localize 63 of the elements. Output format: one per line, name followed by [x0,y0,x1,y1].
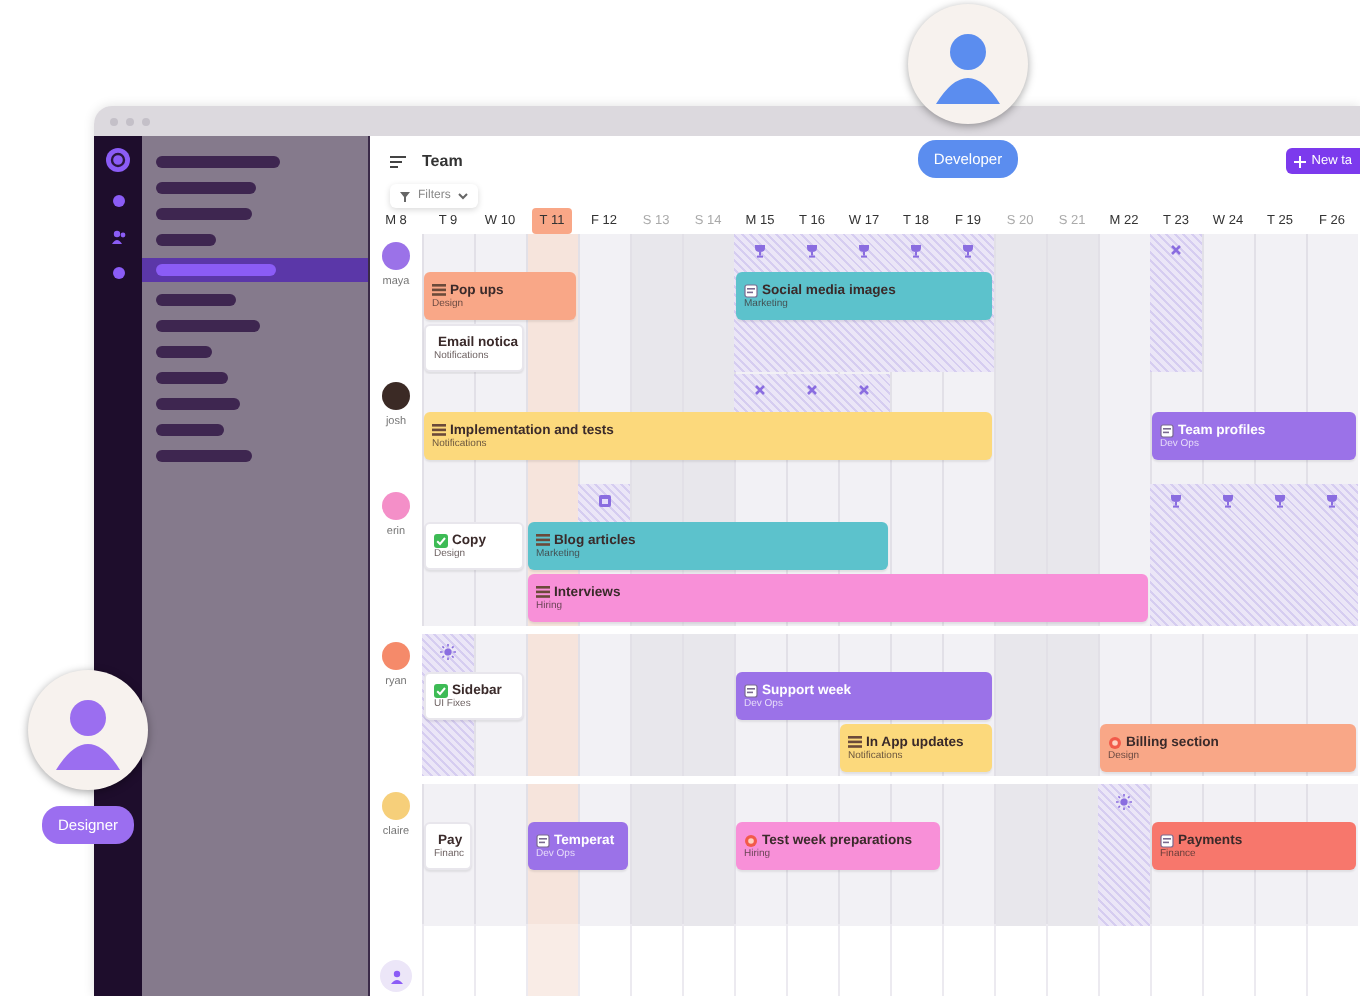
add-person-button[interactable] [380,960,412,992]
day-cell [1254,234,1306,376]
avatar [382,242,410,270]
cross-icon [754,384,766,396]
day-cell [578,634,630,776]
trophy-icon [858,244,870,258]
cross-icon [1170,244,1182,256]
avatar [382,382,410,410]
check-icon [434,683,448,697]
sort-icon[interactable] [390,155,406,167]
cross-icon [858,384,870,396]
avatar-illustration [908,4,1028,124]
avatar-illustration [28,670,148,790]
day-cell [942,784,994,926]
day-cell [1306,234,1358,376]
day-cell [994,784,1046,926]
trophy-icon [910,244,922,258]
day-cell [630,784,682,926]
sidebar-item[interactable] [142,258,368,282]
avatar [382,792,410,820]
trophy-icon [1274,494,1286,508]
check-icon [434,533,448,547]
day-cell [1046,634,1098,776]
trophy-icon [962,244,974,258]
people-icon[interactable] [111,230,125,244]
list-icon [848,736,862,748]
trophy-icon [754,244,766,258]
day-cell [526,634,578,776]
alert-icon [1108,735,1122,749]
avatar [382,642,410,670]
day-cell [682,784,734,926]
calendar-icon [597,494,611,508]
day-cell [630,234,682,376]
day-cell [526,924,578,996]
day-cell [630,634,682,776]
sun-icon [440,644,456,660]
day-cell [682,634,734,776]
person-icon [389,969,403,983]
trophy-icon [1170,494,1182,508]
list-icon [432,424,446,436]
day-cell [474,784,526,926]
page-title: Team [422,152,463,170]
cross-icon [806,384,818,396]
list-icon [536,586,550,598]
logo-icon[interactable] [106,148,130,172]
alert-icon [744,833,758,847]
avatar [382,492,410,520]
day-cell [578,234,630,376]
caret-icon [458,192,469,200]
note-icon [744,283,758,297]
note-icon [536,833,550,847]
trophy-icon [1326,494,1338,508]
note-icon [1160,833,1174,847]
list-icon [432,284,446,296]
list-icon [536,534,550,546]
sun-icon [1116,794,1132,810]
note-icon [744,683,758,697]
plus-icon [1293,155,1306,167]
trophy-icon [1222,494,1234,508]
day-cell [994,634,1046,776]
note-icon [1160,423,1174,437]
trophy-icon [806,244,818,258]
filter-icon [400,191,410,201]
